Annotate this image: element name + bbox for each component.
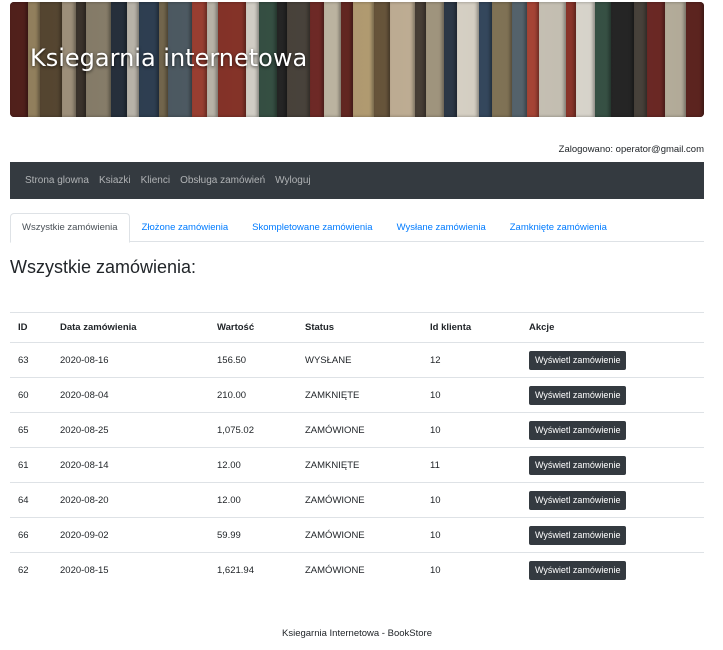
cell-status: ZAMÓWIONE [297,517,422,553]
view-order-button[interactable]: Wyświetl zamówienie [529,525,627,545]
cell-actions: Wyświetl zamówienie [521,342,704,378]
header-banner: Ksiegarnia internetowa [10,2,704,117]
cell-status: ZAMKNIĘTE [297,377,422,413]
cell-client-id: 12 [422,342,521,378]
cell-date: 2020-08-04 [52,377,209,413]
cell-value: 210.00 [209,377,297,413]
tab-closed-orders[interactable]: Zamknięte zamówienia [498,213,619,242]
cell-id: 63 [10,342,52,378]
page-footer: Ksiegarnia Internetowa - BookStore [282,628,432,639]
tab-completed-orders[interactable]: Skompletowane zamówienia [240,213,384,242]
cell-value: 1,621.94 [209,552,297,587]
cell-date: 2020-08-15 [52,552,209,587]
cell-id: 60 [10,377,52,413]
view-order-button[interactable]: Wyświetl zamówienie [529,560,627,580]
cell-id: 64 [10,482,52,518]
table-row: 65 2020-08-25 1,075.02 ZAMÓWIONE 10 Wyśw… [10,412,704,448]
login-status: Zalogowano: operator@gmail.com [558,144,704,155]
page-title: Wszystkie zamówienia: [10,257,197,277]
main-navbar: Strona glowna Ksiazki Klienci Obsługa za… [10,162,704,199]
site-title: Ksiegarnia internetowa [30,44,308,72]
cell-value: 156.50 [209,342,297,378]
order-tabs: Wszystkie zamówienia Złożone zamówienia … [10,213,704,243]
view-order-button[interactable]: Wyświetl zamówienie [529,385,627,405]
cell-actions: Wyświetl zamówienie [521,412,704,448]
tab-shipped-orders[interactable]: Wysłane zamówienia [385,213,498,242]
header-order-date: Data zamówienia [52,312,209,343]
view-order-button[interactable]: Wyświetl zamówienie [529,350,627,370]
cell-client-id: 10 [422,552,521,587]
cell-actions: Wyświetl zamówienie [521,377,704,413]
cell-date: 2020-08-14 [52,447,209,483]
table-row: 66 2020-09-02 59.99 ZAMÓWIONE 10 Wyświet… [10,517,704,553]
header-actions: Akcje [521,312,704,343]
cell-status: WYSŁANE [297,342,422,378]
cell-client-id: 10 [422,377,521,413]
cell-status: ZAMKNIĘTE [297,447,422,483]
tab-placed-orders[interactable]: Złożone zamówienia [130,213,241,242]
orders-table: ID Data zamówienia Wartość Status Id kli… [10,312,704,587]
cell-actions: Wyświetl zamówienie [521,517,704,553]
nav-item-home[interactable]: Strona glowna [25,175,89,186]
cell-date: 2020-08-20 [52,482,209,518]
cell-id: 61 [10,447,52,483]
cell-actions: Wyświetl zamówienie [521,482,704,518]
view-order-button[interactable]: Wyświetl zamówienie [529,490,627,510]
tab-all-orders[interactable]: Wszystkie zamówienia [10,213,130,243]
cell-value: 12.00 [209,447,297,483]
table-row: 63 2020-08-16 156.50 WYSŁANE 12 Wyświetl… [10,342,704,378]
table-header: ID Data zamówienia Wartość Status Id kli… [10,312,704,343]
cell-actions: Wyświetl zamówienie [521,552,704,587]
table-row: 64 2020-08-20 12.00 ZAMÓWIONE 10 Wyświet… [10,482,704,518]
table-body: 63 2020-08-16 156.50 WYSŁANE 12 Wyświetl… [10,342,704,587]
cell-client-id: 10 [422,412,521,448]
cell-date: 2020-08-16 [52,342,209,378]
cell-id: 66 [10,517,52,553]
cell-id: 65 [10,412,52,448]
header-client-id: Id klienta [422,312,521,343]
table-row: 60 2020-08-04 210.00 ZAMKNIĘTE 10 Wyświe… [10,377,704,413]
cell-client-id: 10 [422,517,521,553]
cell-actions: Wyświetl zamówienie [521,447,704,483]
cell-id: 62 [10,552,52,587]
cell-status: ZAMÓWIONE [297,552,422,587]
table-row: 62 2020-08-15 1,621.94 ZAMÓWIONE 10 Wyśw… [10,552,704,587]
cell-client-id: 10 [422,482,521,518]
nav-item-books[interactable]: Ksiazki [99,175,131,186]
view-order-button[interactable]: Wyświetl zamówienie [529,455,627,475]
nav-item-logout[interactable]: Wyloguj [275,175,310,186]
nav-item-clients[interactable]: Klienci [141,175,170,186]
header-value: Wartość [209,312,297,343]
table-row: 61 2020-08-14 12.00 ZAMKNIĘTE 11 Wyświet… [10,447,704,483]
header-id: ID [10,312,52,343]
cell-value: 59.99 [209,517,297,553]
cell-date: 2020-08-25 [52,412,209,448]
cell-status: ZAMÓWIONE [297,482,422,518]
cell-date: 2020-09-02 [52,517,209,553]
cell-value: 1,075.02 [209,412,297,448]
header-status: Status [297,312,422,343]
nav-item-orders[interactable]: Obsługa zamówień [180,175,265,186]
view-order-button[interactable]: Wyświetl zamówienie [529,420,627,440]
cell-value: 12.00 [209,482,297,518]
cell-status: ZAMÓWIONE [297,412,422,448]
cell-client-id: 11 [422,447,521,483]
